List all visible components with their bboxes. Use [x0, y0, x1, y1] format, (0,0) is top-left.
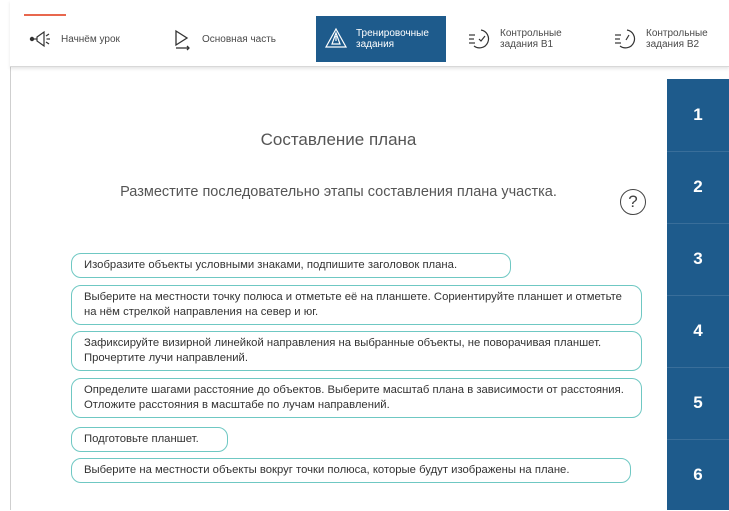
answer-slot[interactable]: 6 [667, 439, 729, 511]
answer-slot[interactable]: 3 [667, 223, 729, 295]
tab-label: Контрольные задания В1 [500, 28, 562, 50]
answer-card[interactable]: Изобразите объекты условными знаками, по… [71, 253, 511, 278]
tab-start-lesson[interactable]: Начнём урок [29, 16, 149, 62]
answer-slot[interactable]: 4 [667, 295, 729, 367]
answer-card[interactable]: Определите шагами расстояние до объектов… [71, 378, 642, 418]
answer-slot[interactable]: 5 [667, 367, 729, 439]
task-instruction: Разместите последовательно этапы составл… [120, 184, 557, 200]
tab-label: Тренировочные задания [356, 28, 429, 50]
answer-card[interactable]: Зафиксируйте визирной линейкой направлен… [71, 331, 642, 371]
tab-control-tasks-b1[interactable]: Контрольные задания В1 [468, 16, 598, 62]
clock-check-icon [614, 27, 638, 51]
answer-slot[interactable]: 2 [667, 151, 729, 223]
tab-label: Начнём урок [61, 33, 120, 45]
tab-label: Контрольные задания В2 [646, 28, 708, 50]
answer-card[interactable]: Выберите на местности объекты вокруг точ… [71, 458, 631, 483]
tab-control-tasks-b2[interactable]: Контрольные задания В2 [614, 16, 729, 62]
top-navigation: Начнём урок Основная часть Тренировочные… [10, 0, 729, 67]
answer-card[interactable]: Выберите на местности точку полюса и отм… [71, 285, 642, 325]
help-button[interactable]: ? [620, 189, 646, 215]
play-icon [170, 27, 194, 51]
page-title: Составление плана [260, 130, 417, 149]
answer-card[interactable]: Подготовьте планшет. [71, 427, 228, 452]
clock-check-icon [468, 27, 492, 51]
tab-training-tasks[interactable]: Тренировочные задания [316, 16, 446, 62]
triangle-warning-icon [324, 27, 348, 51]
megaphone-icon [29, 27, 53, 51]
tab-label: Основная часть [202, 33, 277, 45]
answer-slots-column: 1 2 3 4 5 6 [667, 79, 729, 510]
tab-main-part[interactable]: Основная часть [170, 16, 300, 62]
answer-slot[interactable]: 1 [667, 79, 729, 151]
